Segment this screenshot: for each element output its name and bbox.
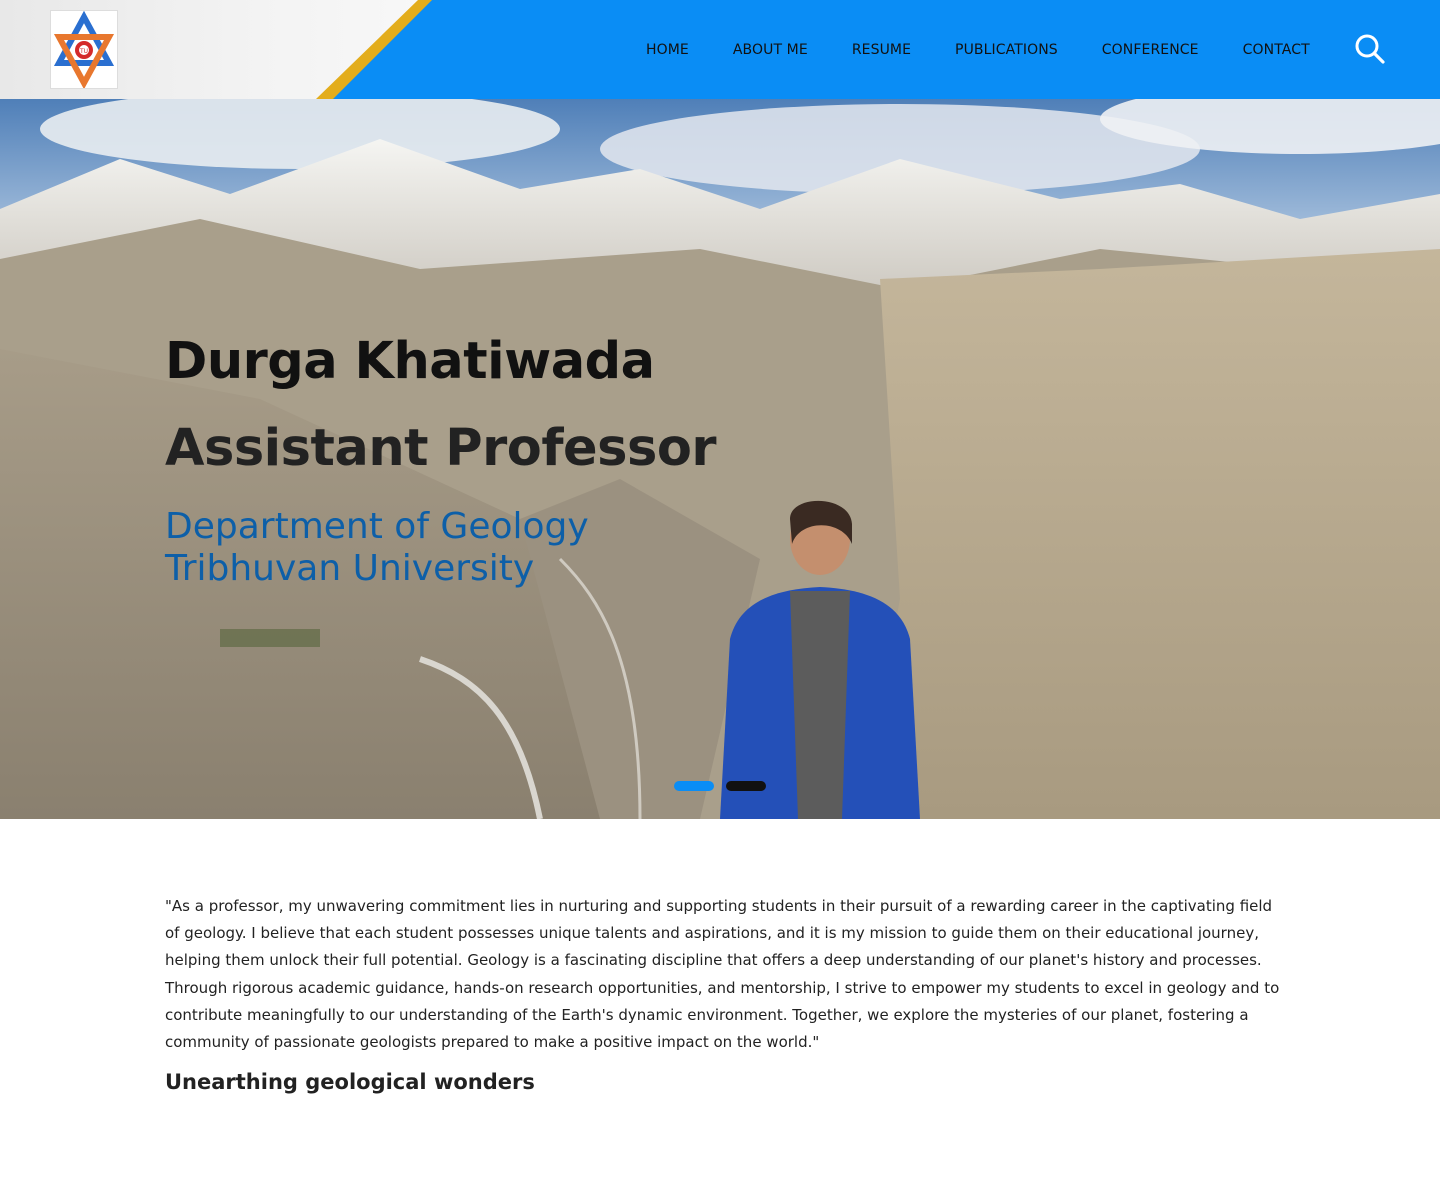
main-content: "As a professor, my unwavering commitmen… (165, 893, 1280, 1094)
nav-home[interactable]: HOME (646, 42, 689, 58)
search-button[interactable] (1354, 33, 1386, 65)
site-logo[interactable]: TU (50, 10, 118, 90)
nav-conference[interactable]: CONFERENCE (1102, 42, 1199, 58)
site-header: TU HOME ABOUT ME RESUME PUBLICATIONS CON… (0, 0, 1440, 99)
nav-publications[interactable]: PUBLICATIONS (955, 42, 1058, 58)
main-nav: HOME ABOUT ME RESUME PUBLICATIONS CONFER… (624, 0, 1332, 99)
search-icon (1355, 34, 1385, 64)
section-title: Unearthing geological wonders (165, 1070, 535, 1095)
hero-position: Assistant Professor (165, 419, 717, 478)
nav-resume[interactable]: RESUME (852, 42, 911, 58)
hero-name: Durga Khatiwada (165, 332, 655, 391)
nav-contact[interactable]: CONTACT (1243, 42, 1310, 58)
slider-dot[interactable] (726, 781, 766, 791)
svg-text:TU: TU (79, 48, 88, 55)
slider-dot[interactable] (674, 781, 714, 791)
hero-university: Tribhuvan University (165, 548, 535, 589)
hero-slider: Durga Khatiwada Assistant Professor Depa… (0, 99, 1440, 819)
nav-about-me[interactable]: ABOUT ME (733, 42, 808, 58)
professor-quote: "As a professor, my unwavering commitmen… (165, 897, 1280, 1052)
hero-department: Department of Geology (165, 506, 589, 547)
hero-affiliation: Department of Geology Tribhuvan Universi… (165, 506, 589, 590)
tribhuvan-university-logo-icon: TU (53, 10, 115, 90)
slider-pagination (674, 781, 778, 791)
